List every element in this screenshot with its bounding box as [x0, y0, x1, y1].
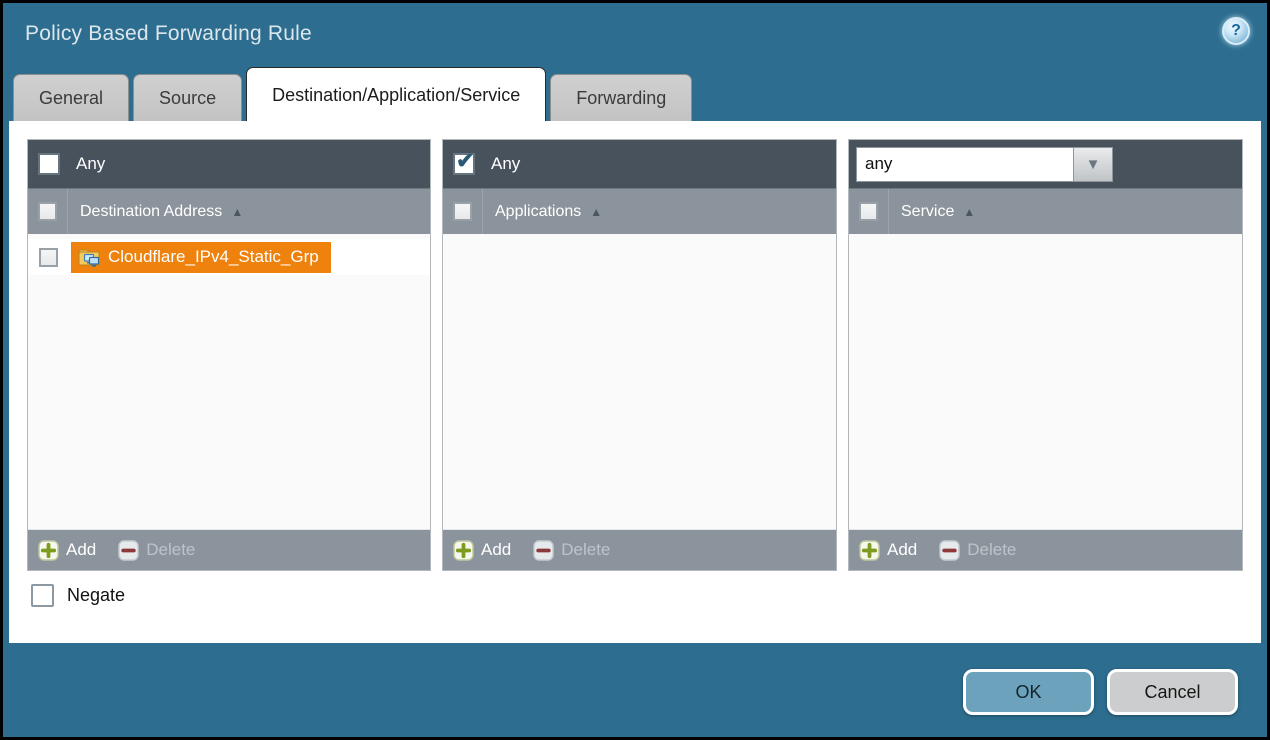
negate-label: Negate	[67, 585, 125, 606]
table-row: Cloudflare_IPv4_Static_Grp	[28, 239, 430, 275]
applications-any-label: Any	[491, 154, 520, 174]
applications-list	[443, 234, 836, 529]
delete-button-label: Delete	[967, 540, 1016, 560]
sort-ascending-icon[interactable]: ▲	[963, 205, 975, 219]
cancel-button[interactable]: Cancel	[1107, 669, 1238, 715]
destination-any-label: Any	[76, 154, 105, 174]
plus-icon	[38, 540, 59, 561]
dialog-title: Policy Based Forwarding Rule	[25, 22, 312, 46]
policy-based-forwarding-rule-dialog: Policy Based Forwarding Rule ? General S…	[0, 0, 1270, 740]
tab-bar: General Source Destination/Application/S…	[13, 67, 692, 121]
sort-ascending-icon[interactable]: ▲	[231, 205, 243, 219]
delete-button-label: Delete	[561, 540, 610, 560]
applications-selectall-cell	[443, 189, 483, 234]
service-selectall-checkbox[interactable]	[859, 202, 878, 221]
tab-forwarding[interactable]: Forwarding	[550, 74, 692, 121]
tab-general[interactable]: General	[13, 74, 129, 121]
plus-icon	[453, 540, 474, 561]
applications-footer: Add Delete	[443, 529, 836, 570]
destination-header-label[interactable]: Destination Address	[80, 203, 222, 221]
applications-any-row: Any	[443, 140, 836, 188]
negate-row: Negate	[31, 584, 125, 607]
destination-row-checkbox[interactable]	[39, 248, 58, 267]
destination-address-item-label: Cloudflare_IPv4_Static_Grp	[108, 247, 319, 267]
add-button[interactable]: Add	[453, 540, 511, 561]
service-column-header: Service ▲	[849, 188, 1242, 234]
sort-ascending-icon[interactable]: ▲	[590, 205, 602, 219]
delete-button-label: Delete	[146, 540, 195, 560]
destination-any-checkbox[interactable]	[38, 153, 60, 175]
service-list	[849, 234, 1242, 529]
applications-panel: Any Applications ▲ Ad	[442, 139, 837, 571]
add-button-label: Add	[66, 540, 96, 560]
tab-destination-application-service[interactable]: Destination/Application/Service	[246, 67, 546, 121]
add-button[interactable]: Add	[38, 540, 96, 561]
service-selectall-cell	[849, 189, 889, 234]
applications-header-label[interactable]: Applications	[495, 203, 581, 221]
tab-source[interactable]: Source	[133, 74, 242, 121]
delete-button[interactable]: Delete	[533, 540, 610, 561]
address-group-icon	[78, 248, 100, 267]
service-dropdown[interactable]: any ▼	[856, 147, 1113, 182]
service-panel: any ▼ Service ▲	[848, 139, 1243, 571]
add-button-label: Add	[481, 540, 511, 560]
chevron-down-icon: ▼	[1086, 156, 1101, 173]
ok-button[interactable]: OK	[963, 669, 1094, 715]
delete-button[interactable]: Delete	[118, 540, 195, 561]
destination-selectall-checkbox[interactable]	[38, 202, 57, 221]
selection-panels: Any Destination Address ▲	[27, 139, 1243, 571]
service-footer: Add Delete	[849, 529, 1242, 570]
add-button-label: Add	[887, 540, 917, 560]
applications-any-checkbox[interactable]	[453, 153, 475, 175]
destination-address-panel: Any Destination Address ▲	[27, 139, 431, 571]
minus-icon	[118, 540, 139, 561]
dialog-action-buttons: OK Cancel	[963, 669, 1238, 715]
destination-footer: Add Delete	[28, 529, 430, 570]
destination-address-item[interactable]: Cloudflare_IPv4_Static_Grp	[71, 242, 331, 273]
destination-list: Cloudflare_IPv4_Static_Grp	[28, 234, 430, 529]
applications-column-header: Applications ▲	[443, 188, 836, 234]
minus-icon	[533, 540, 554, 561]
plus-icon	[859, 540, 880, 561]
service-dropdown-value[interactable]: any	[856, 147, 1074, 182]
service-dropdown-row: any ▼	[849, 140, 1242, 188]
destination-column-header: Destination Address ▲	[28, 188, 430, 234]
destination-selectall-cell	[28, 189, 68, 234]
tab-content-area: Any Destination Address ▲	[9, 121, 1261, 643]
minus-icon	[939, 540, 960, 561]
service-dropdown-button[interactable]: ▼	[1074, 147, 1113, 182]
service-header-label[interactable]: Service	[901, 203, 954, 221]
help-icon[interactable]: ?	[1222, 17, 1250, 45]
negate-checkbox[interactable]	[31, 584, 54, 607]
destination-any-row: Any	[28, 140, 430, 188]
applications-selectall-checkbox[interactable]	[453, 202, 472, 221]
help-question-glyph: ?	[1231, 22, 1241, 40]
add-button[interactable]: Add	[859, 540, 917, 561]
delete-button[interactable]: Delete	[939, 540, 1016, 561]
